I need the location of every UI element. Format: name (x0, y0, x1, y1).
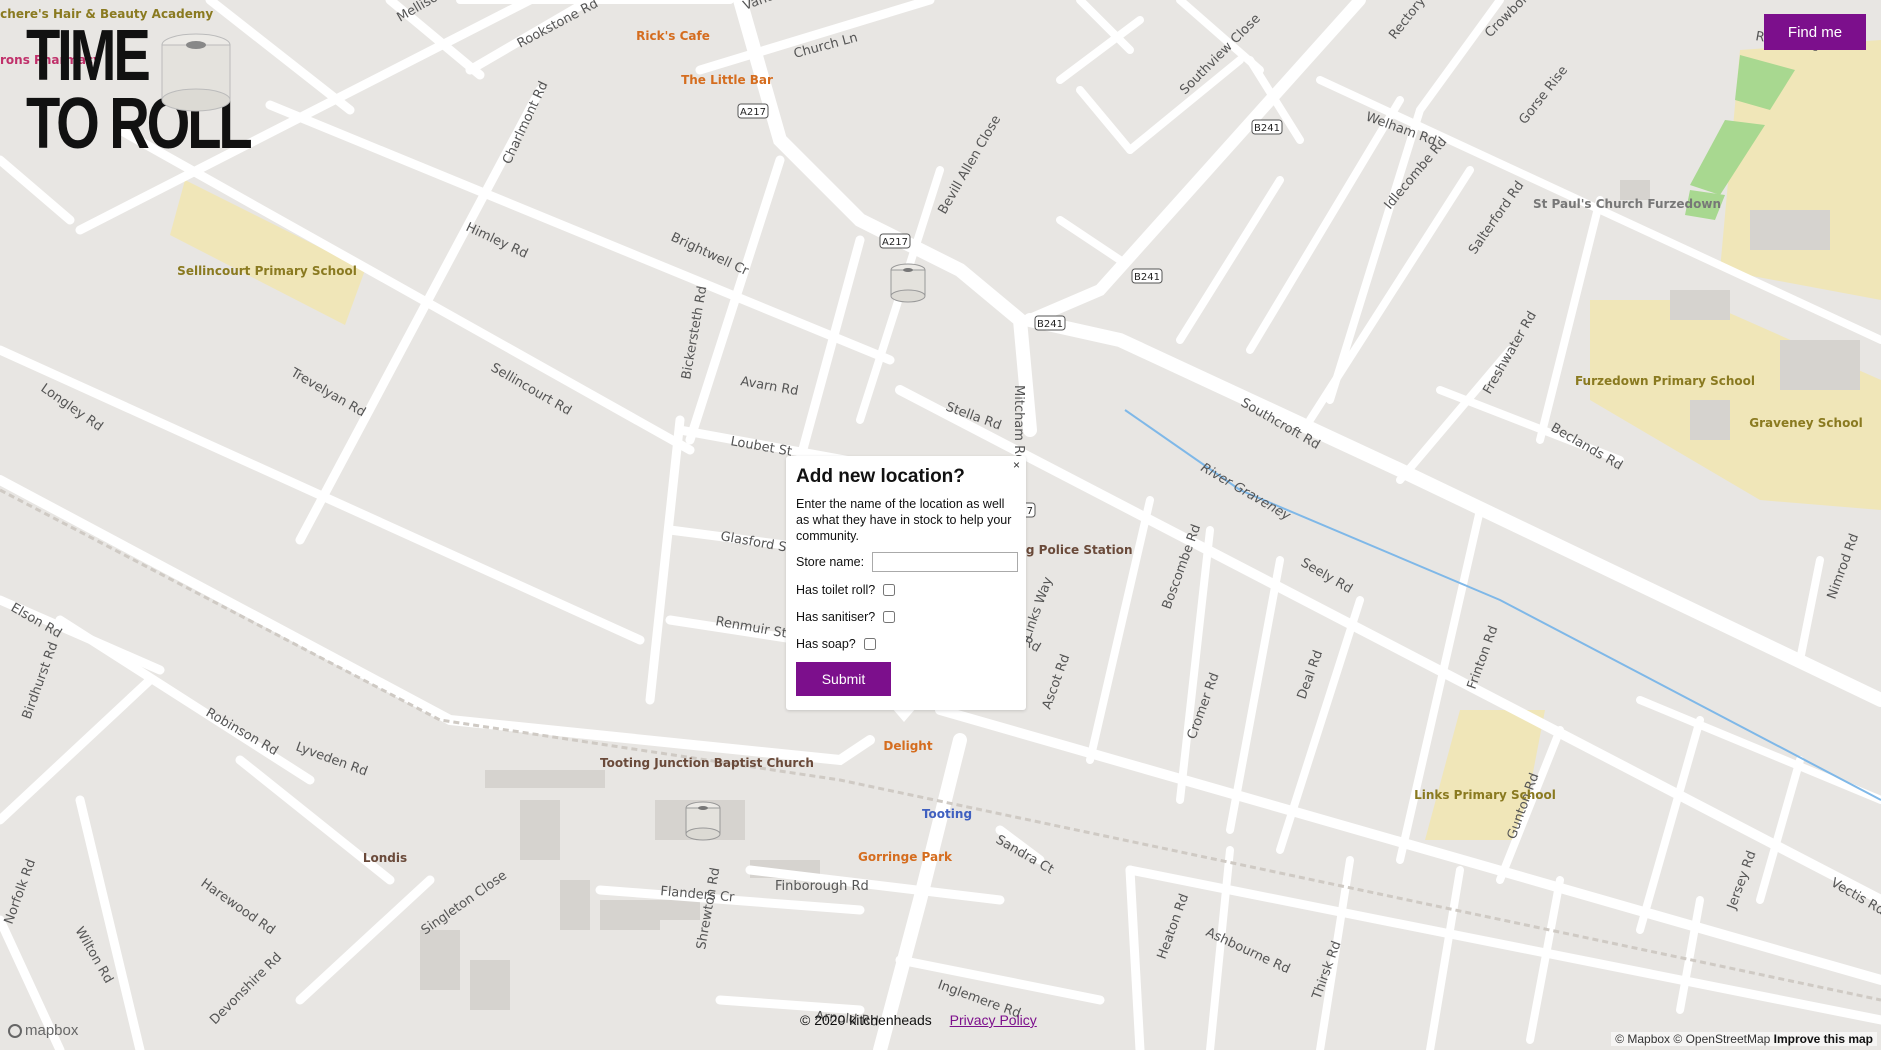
road-shield-label: B241 (1037, 319, 1063, 330)
poi-label: Delight (883, 739, 932, 753)
mapbox-logo-text: mapbox (25, 1022, 79, 1039)
road-shield: A217 (879, 233, 911, 249)
improve-map-link[interactable]: Improve this map (1774, 1032, 1873, 1046)
poi-label: Graveney School (1749, 416, 1862, 430)
mapbox-icon (8, 1023, 22, 1038)
poi-label: ting Police Station (1008, 543, 1133, 557)
road-shield: B241 (1034, 315, 1066, 331)
store-name-row: Store name: (796, 552, 1019, 572)
road-shield-label: A217 (740, 107, 766, 118)
find-me-button[interactable]: Find me (1764, 14, 1866, 50)
poi-label: Tooting Junction Baptist Church (600, 756, 814, 770)
soap-checkbox[interactable] (863, 638, 876, 650)
poi-label: Londis (363, 851, 407, 865)
sanitiser-row: Has sanitiser? (796, 610, 896, 624)
poi-label: Rick's Cafe (636, 29, 710, 43)
road-shield-label: B241 (1254, 123, 1280, 134)
poi-label: St Paul's Church Furzedown (1533, 197, 1721, 211)
soap-label: Has soap? (796, 637, 856, 651)
submit-button[interactable]: Submit (796, 662, 891, 696)
toilet-roll-row: Has toilet roll? (796, 583, 896, 597)
add-location-popup: × Add new location? Enter the name of th… (786, 456, 1026, 710)
store-name-label: Store name: (796, 555, 865, 569)
mapbox-logo[interactable]: mapbox (8, 1022, 78, 1039)
toilet-roll-label: Has toilet roll? (796, 583, 876, 597)
street-label: Mitcham Rd (1011, 385, 1026, 462)
osm-attribution-link[interactable]: © OpenStreetMap (1673, 1032, 1770, 1046)
road-shield: B241 (1131, 268, 1163, 284)
footer: © 2020 kitchenheads Privacy Policy (800, 1012, 1037, 1028)
mapbox-attribution-link[interactable]: © Mapbox (1615, 1032, 1670, 1046)
road-shield: B241 (1251, 119, 1283, 135)
privacy-policy-link[interactable]: Privacy Policy (950, 1012, 1037, 1028)
road-shield-label: A217 (882, 237, 908, 248)
poi-label: Sellincourt Primary School (177, 264, 357, 278)
poi-label: Tooting (922, 807, 972, 821)
popup-title: Add new location? (796, 466, 965, 487)
toilet-roll-marker-icon[interactable] (888, 262, 928, 304)
sanitiser-label: Has sanitiser? (796, 610, 876, 624)
poi-label: Furzedown Primary School (1575, 374, 1755, 388)
road-shield-label: B241 (1134, 272, 1160, 283)
poi-label: Links Primary School (1414, 788, 1556, 802)
sanitiser-checkbox[interactable] (883, 611, 896, 623)
close-icon[interactable]: × (1013, 458, 1020, 472)
road-shield: A217 (737, 103, 769, 119)
store-name-input[interactable] (872, 552, 1019, 572)
map-attribution: © Mapbox © OpenStreetMap Improve this ma… (1611, 1032, 1877, 1046)
poi-label: Gorringe Park (858, 850, 953, 864)
toilet-roll-icon (161, 33, 231, 112)
copyright-text: © 2020 (800, 1012, 850, 1028)
popup-tip (892, 708, 916, 722)
poi-label: The Little Bar (681, 73, 773, 87)
street-label: Finborough Rd (775, 879, 869, 894)
soap-row: Has soap? (796, 637, 876, 651)
toilet-roll-checkbox[interactable] (883, 584, 896, 596)
toilet-roll-marker-icon[interactable] (683, 800, 723, 842)
app-logo: TIME TO ROLL (26, 20, 256, 172)
popup-description: Enter the name of the location as well a… (796, 497, 1012, 543)
author-name: kitchenheads (849, 1012, 932, 1028)
